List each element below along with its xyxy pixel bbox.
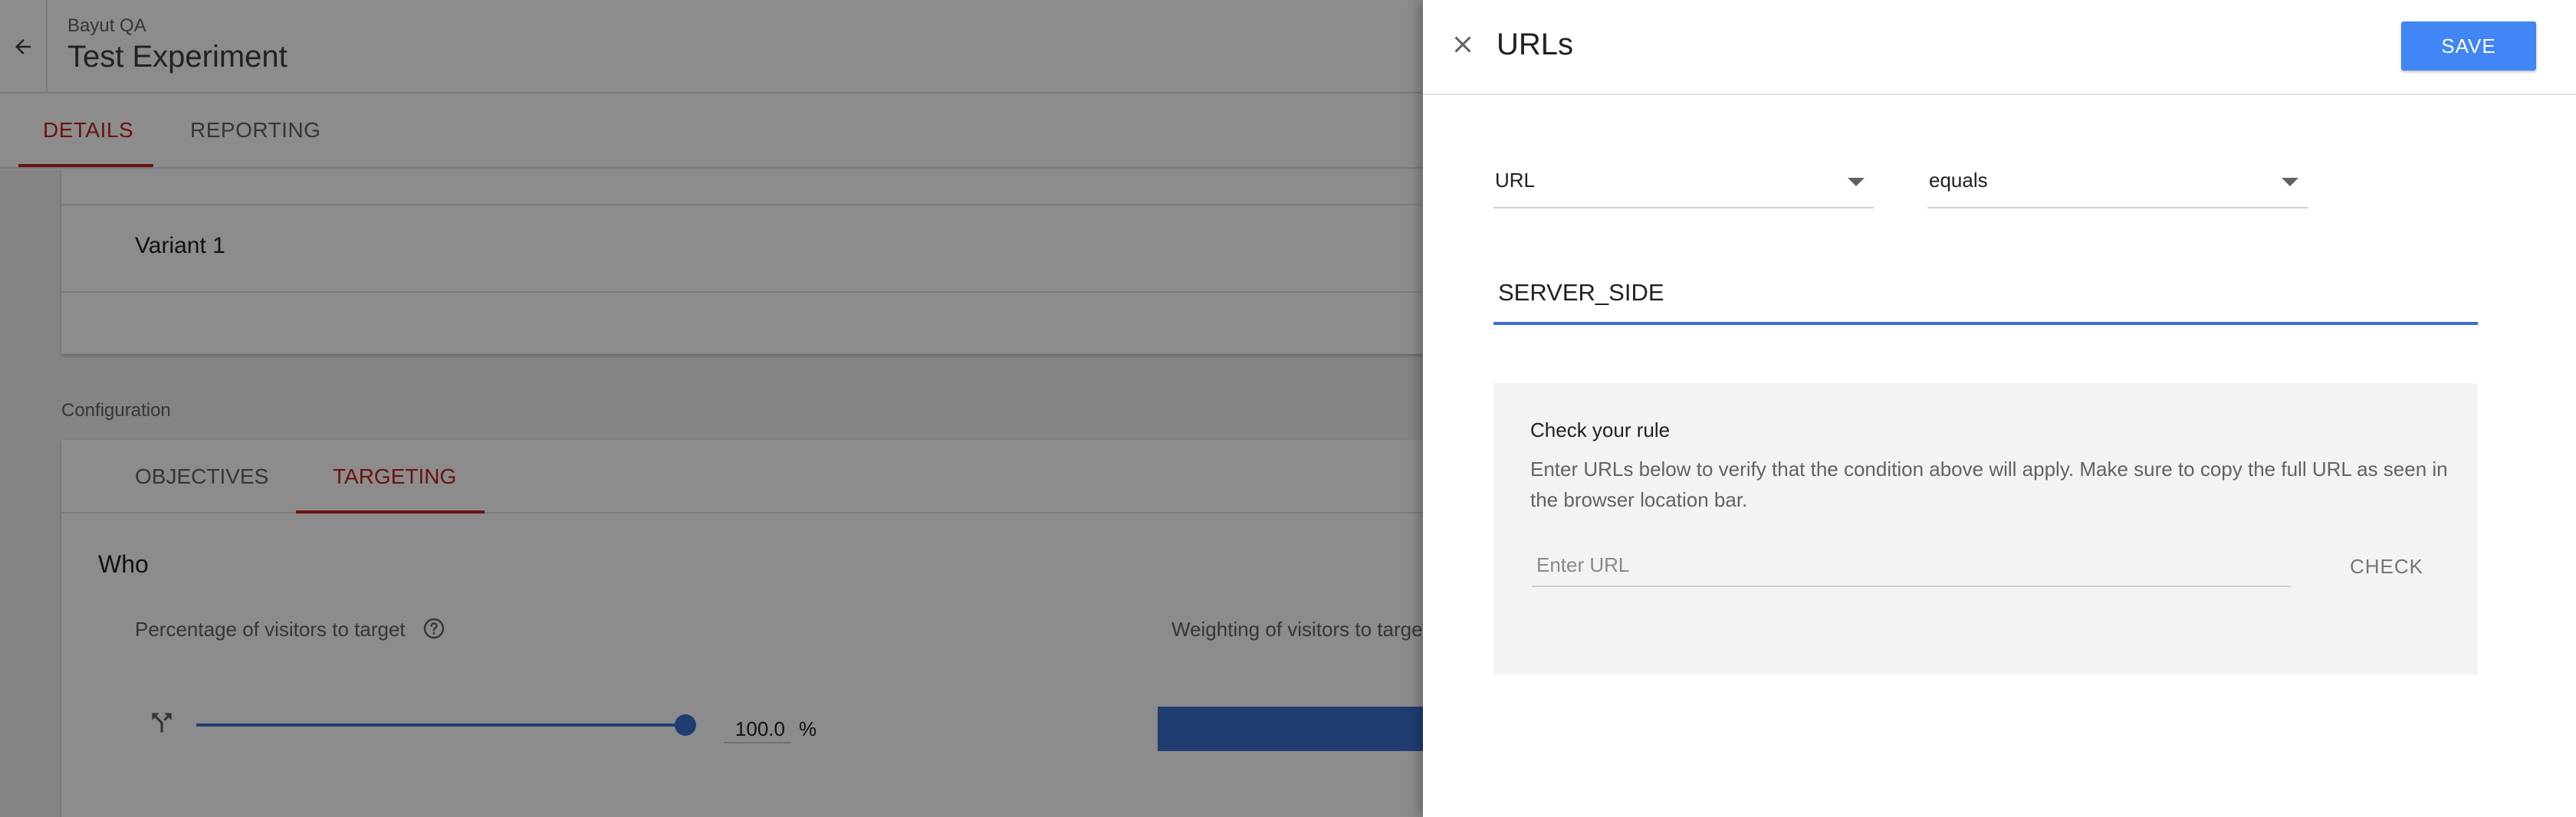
close-button[interactable] [1441,23,1484,66]
operator-select[interactable]: equals [1927,159,2308,208]
dropdown-caret-icon [2282,178,2298,186]
check-button[interactable]: CHECK [2337,546,2436,587]
check-rule-title: Check your rule [1530,418,1671,441]
check-rule-description: Enter URLs below to verify that the cond… [1530,458,2448,511]
close-icon [1454,36,1471,53]
panel-title: URLs [1497,28,1574,61]
check-rule-box: Check your rule Enter URLs below to veri… [1493,383,2478,674]
operator-select-value: equals [1929,169,1988,192]
panel-header: URLs SAVE [1423,0,2576,95]
condition-value-input[interactable] [1493,261,2478,325]
save-button[interactable]: SAVE [2401,21,2536,71]
field-select[interactable]: URL [1493,159,1874,208]
test-url-input[interactable] [1532,544,2291,587]
urls-panel: URLs SAVE URL equals Check your rule Ent… [1423,0,2576,817]
field-select-value: URL [1495,169,1536,192]
dropdown-caret-icon [1848,178,1865,186]
